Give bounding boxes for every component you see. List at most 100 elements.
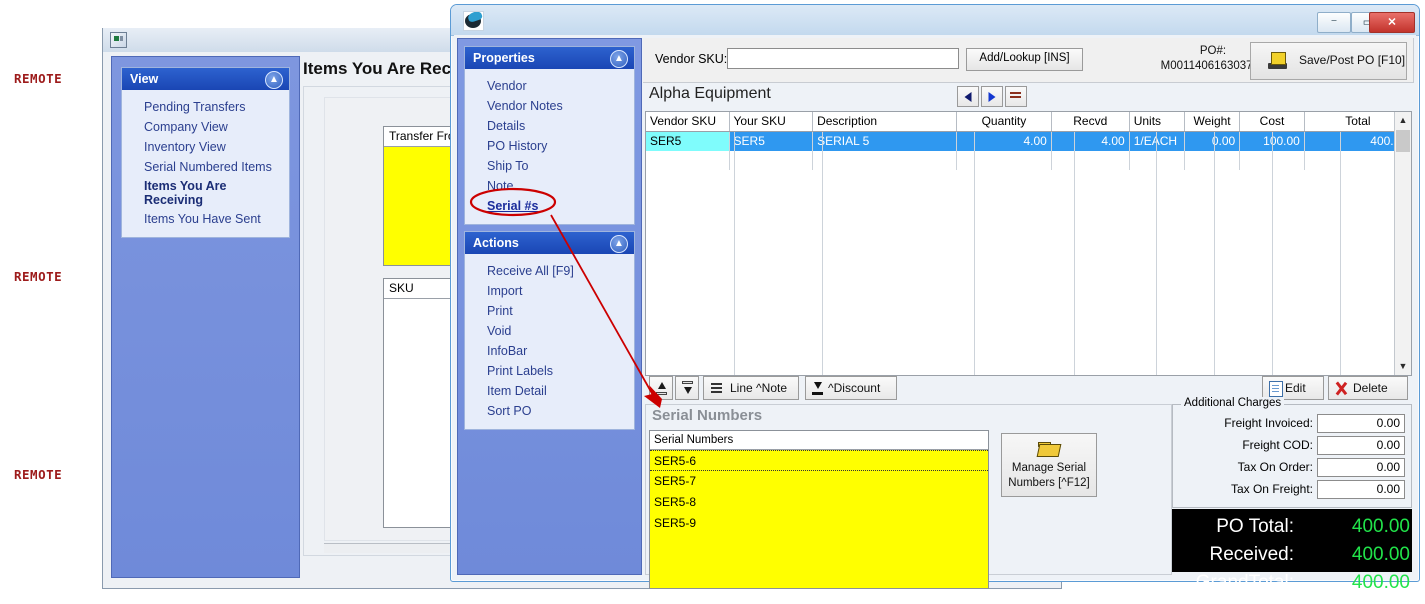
freight-cod-label: Freight COD:	[1242, 438, 1313, 452]
cell-description: SERIAL 5	[813, 132, 957, 151]
col-cost[interactable]: Cost	[1240, 112, 1305, 131]
move-down-button[interactable]	[675, 376, 699, 400]
col-recvd[interactable]: Recvd	[1052, 112, 1130, 131]
main-content: Vendor SKU: Add/Lookup [INS] PO#: M00114…	[643, 35, 1416, 593]
col-your-sku[interactable]: Your SKU	[730, 112, 814, 131]
cell-empty	[1184, 151, 1241, 170]
view-panel-header[interactable]: View ▲	[122, 68, 289, 90]
cell-empty	[646, 151, 730, 170]
chevron-down-icon[interactable]: ▼	[1395, 358, 1411, 375]
col-quantity[interactable]: Quantity	[957, 112, 1052, 131]
window-titlebar[interactable]: – ▭ ✕	[451, 5, 1419, 36]
list-item[interactable]: SER5-8	[650, 492, 988, 513]
tax-on-freight-field[interactable]: 0.00	[1317, 480, 1405, 499]
remote-watermark-3: REMOTE	[14, 467, 63, 482]
sidebar-item-note[interactable]: Note	[465, 176, 634, 196]
scrollbar-thumb[interactable]	[1396, 130, 1410, 152]
edit-label: Edit	[1285, 381, 1306, 395]
cell-empty	[1129, 151, 1185, 170]
freight-invoiced-field[interactable]: 0.00	[1317, 414, 1405, 433]
list-item[interactable]: SER5-7	[650, 471, 988, 492]
actions-panel-header[interactable]: Actions ▲	[465, 232, 634, 254]
move-down-icon	[682, 381, 693, 395]
action-print[interactable]: Print	[465, 301, 634, 321]
sidebar-item-ship-to[interactable]: Ship To	[465, 156, 634, 176]
sidebar-item-serial-numbers[interactable]: Serial #s	[465, 196, 634, 216]
freight-invoiced-label: Freight Invoiced:	[1224, 416, 1313, 430]
line-note-button[interactable]: Line ^Note	[703, 376, 799, 400]
action-void[interactable]: Void	[465, 321, 634, 341]
action-item-detail[interactable]: Item Detail	[465, 381, 634, 401]
grid-header-row: Vendor SKU Your SKU Description Quantity…	[646, 112, 1411, 132]
chevron-up-icon[interactable]: ▲	[265, 71, 283, 89]
move-up-icon	[656, 381, 667, 395]
po-total-row: PO Total: 400.00	[1172, 513, 1412, 541]
chevron-up-icon[interactable]: ▲	[610, 50, 628, 68]
received-row: Received: 400.00	[1172, 541, 1412, 569]
tax-on-order-field[interactable]: 0.00	[1317, 458, 1405, 477]
vendor-sku-input[interactable]	[727, 48, 959, 69]
lines-icon	[711, 383, 722, 394]
list-item[interactable]: SER5-6	[650, 450, 988, 471]
discount-button[interactable]: ^Discount	[805, 376, 897, 400]
minimize-icon: –	[1331, 14, 1337, 25]
save-post-po-button[interactable]: Save/Post PO [F10]	[1250, 42, 1407, 80]
add-lookup-button[interactable]: Add/Lookup [INS]	[966, 48, 1083, 71]
list-item[interactable]: SER5-9	[650, 513, 988, 534]
cell-empty	[813, 151, 957, 170]
chevron-up-icon[interactable]: ▲	[1395, 112, 1411, 129]
discount-icon	[812, 382, 823, 395]
cell-weight: 0.00	[1184, 132, 1241, 151]
move-up-button[interactable]	[649, 376, 673, 400]
line-toolbar: Line ^Note ^Discount Edit Delete	[645, 376, 1412, 402]
col-units[interactable]: Units	[1130, 112, 1185, 131]
col-description[interactable]: Description	[813, 112, 957, 131]
manage-serial-numbers-button[interactable]: Manage Serial Numbers [^F12]	[1001, 433, 1097, 497]
table-row[interactable]: SER5 SER5 SERIAL 5 4.00 4.00 1/EACH 0.00…	[646, 132, 1411, 151]
received-value: 400.00	[1351, 544, 1410, 565]
col-weight[interactable]: Weight	[1185, 112, 1241, 131]
close-button[interactable]: ✕	[1369, 12, 1415, 33]
sidebar-item-items-you-have-sent[interactable]: Items You Have Sent	[122, 209, 289, 229]
sidebar-item-po-history[interactable]: PO History	[465, 136, 634, 156]
view-panel: View ▲ Pending Transfers Company View In…	[121, 67, 290, 238]
sidebar-item-details[interactable]: Details	[465, 116, 634, 136]
properties-panel-title: Properties	[473, 51, 535, 65]
triangle-right-icon[interactable]	[981, 86, 1003, 107]
sidebar-item-pending-transfers[interactable]: Pending Transfers	[122, 97, 289, 117]
sidebar-item-inventory-view[interactable]: Inventory View	[122, 137, 289, 157]
serial-numbers-list[interactable]: Serial Numbers SER5-6 SER5-7 SER5-8 SER5…	[649, 430, 989, 589]
grid-vertical-scrollbar[interactable]: ▲ ▼	[1394, 112, 1411, 375]
properties-panel-body: Vendor Vendor Notes Details PO History S…	[465, 69, 634, 224]
triangle-left-icon[interactable]	[957, 86, 979, 107]
equals-icon[interactable]	[1005, 86, 1027, 107]
delete-label: Delete	[1353, 381, 1388, 395]
chevron-up-icon[interactable]: ▲	[610, 235, 628, 253]
sidebar-item-company-view[interactable]: Company View	[122, 117, 289, 137]
col-vendor-sku[interactable]: Vendor SKU	[646, 112, 730, 131]
minimize-button[interactable]: –	[1317, 12, 1351, 33]
table-row-empty[interactable]	[646, 151, 1411, 170]
properties-panel-header[interactable]: Properties ▲	[465, 47, 634, 69]
action-infobar[interactable]: InfoBar	[465, 341, 634, 361]
action-sort-po[interactable]: Sort PO	[465, 401, 634, 421]
view-panel-body: Pending Transfers Company View Inventory…	[122, 90, 289, 237]
action-print-labels[interactable]: Print Labels	[465, 361, 634, 381]
cell-cost: 100.00	[1240, 132, 1305, 151]
serial-numbers-list-header: Serial Numbers	[650, 431, 988, 450]
cell-vendor-sku: SER5	[646, 132, 730, 151]
cell-empty	[729, 151, 814, 170]
sidebar-item-vendor-notes[interactable]: Vendor Notes	[465, 96, 634, 116]
sidebar-item-items-you-are-receiving[interactable]: Items You Are Receiving	[122, 177, 236, 209]
equipment-bar: Alpha Equipment	[643, 83, 1414, 111]
sidebar-item-vendor[interactable]: Vendor	[465, 76, 634, 96]
action-receive-all[interactable]: Receive All [F9]	[465, 261, 634, 281]
actions-panel: Actions ▲ Receive All [F9] Import Print …	[464, 231, 635, 430]
po-total-value: 400.00	[1351, 516, 1410, 537]
purchase-order-window[interactable]: – ▭ ✕ Properties ▲ Vendor Vendor Notes D…	[450, 4, 1420, 593]
line-items-grid[interactable]: Vendor SKU Your SKU Description Quantity…	[645, 111, 1412, 376]
delete-button[interactable]: Delete	[1328, 376, 1408, 400]
action-import[interactable]: Import	[465, 281, 634, 301]
sidebar-item-serial-numbered-items[interactable]: Serial Numbered Items	[122, 157, 289, 177]
freight-cod-field[interactable]: 0.00	[1317, 436, 1405, 455]
